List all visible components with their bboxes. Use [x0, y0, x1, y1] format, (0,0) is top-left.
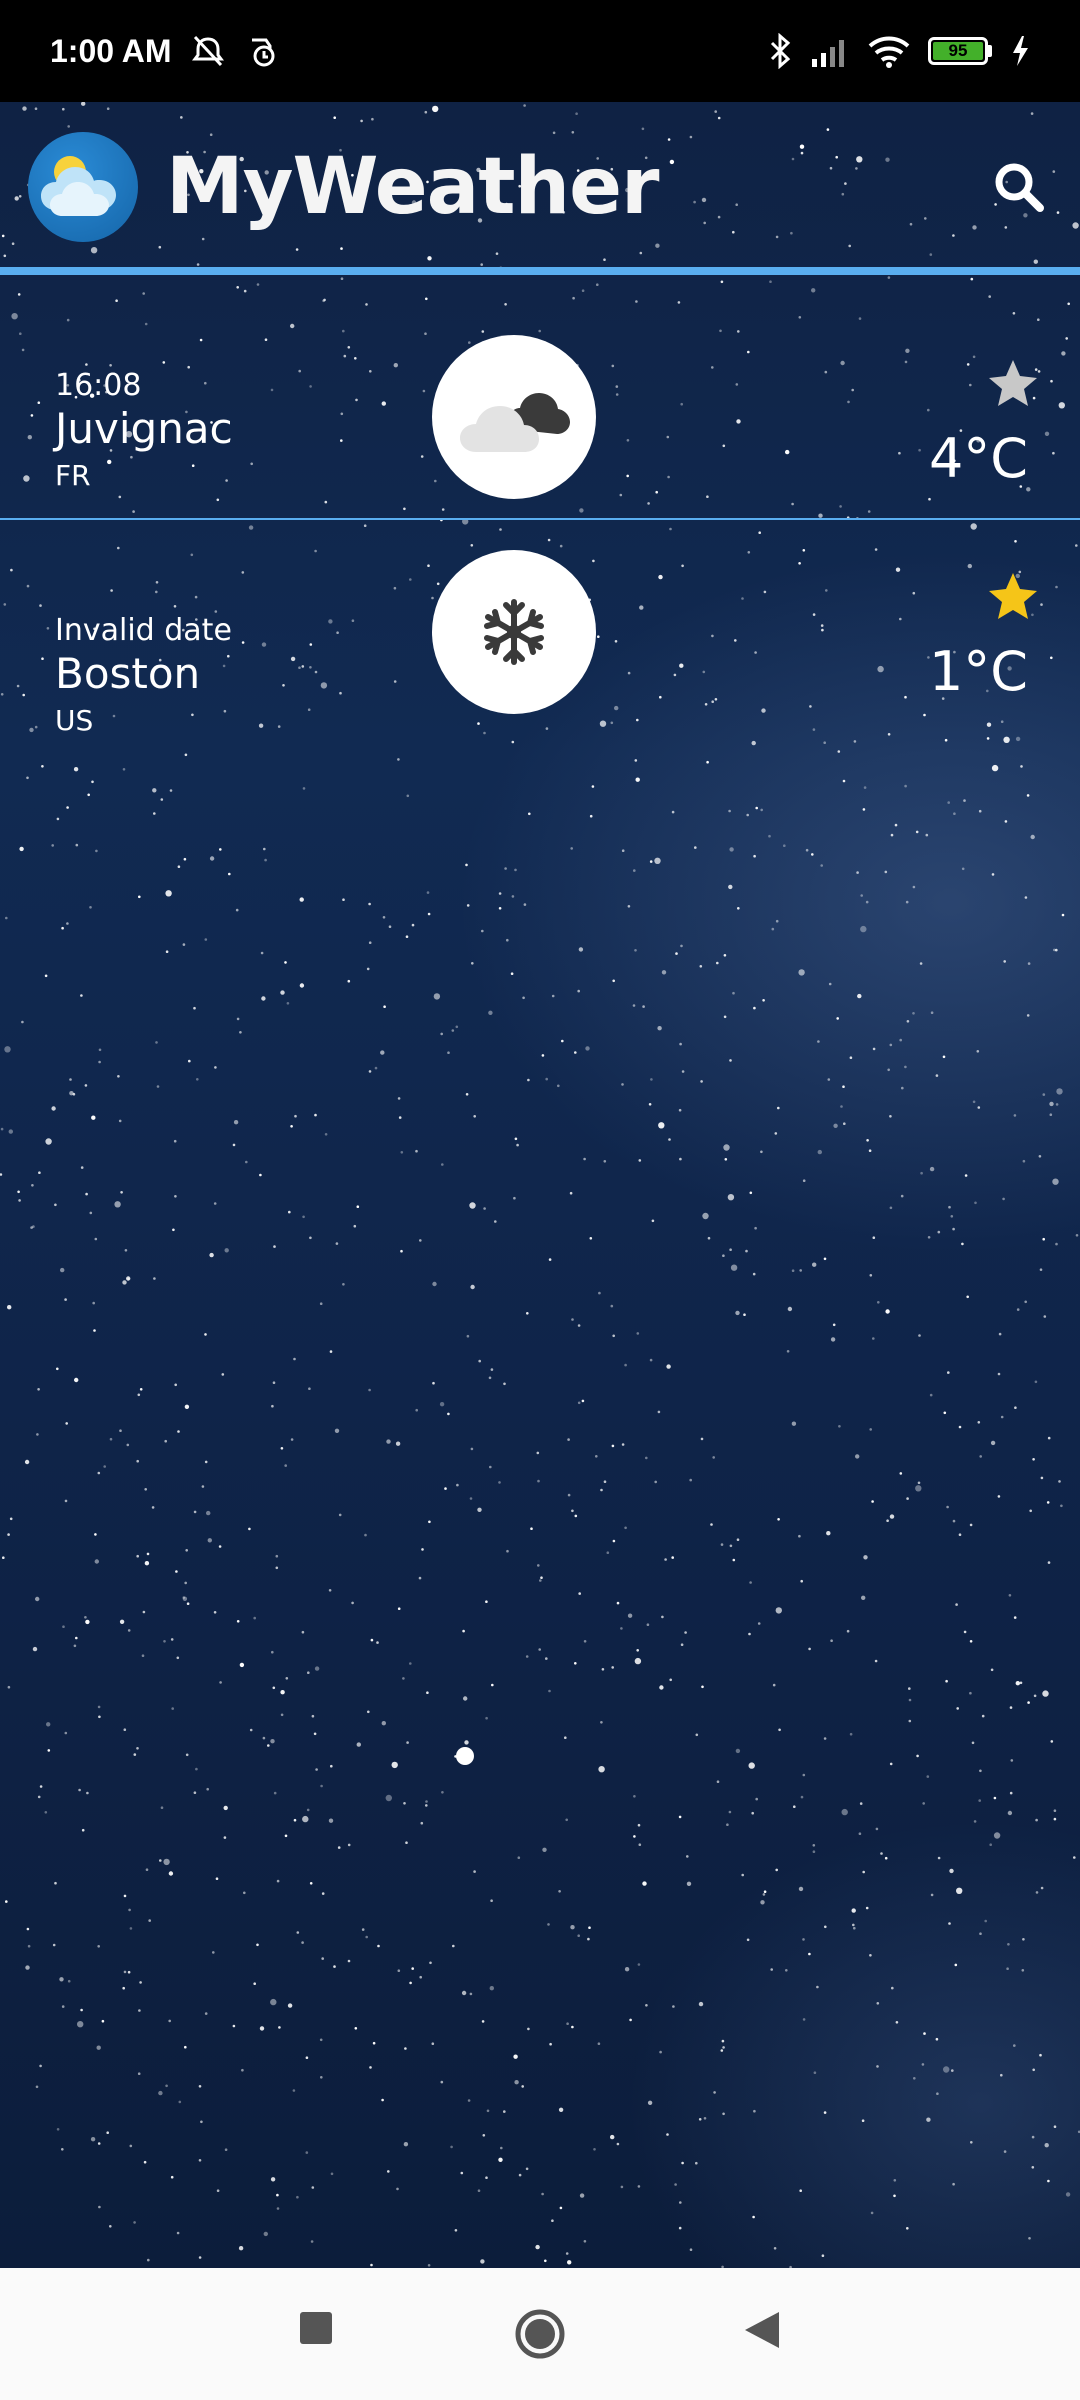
city-local-time: Invalid date	[55, 613, 232, 648]
battery-icon: 95	[928, 37, 992, 65]
screen: 1:00 AM 95 MyWeather 16:08 Juvignac FR 4…	[0, 0, 1080, 2400]
weather-badge	[432, 550, 596, 714]
status-time: 1:00 AM	[50, 32, 172, 69]
square-icon	[300, 2312, 332, 2344]
city-local-time: 16:08	[55, 368, 142, 403]
search-button[interactable]	[984, 152, 1054, 222]
city-info: 16:08 Juvignac FR	[55, 368, 233, 498]
recents-button[interactable]	[296, 2308, 336, 2348]
city-country: US	[55, 704, 94, 737]
partly-cloudy-logo-icon	[28, 132, 138, 242]
bluetooth-icon	[768, 33, 792, 69]
city-name: Boston	[55, 649, 201, 698]
circle-icon	[515, 2309, 565, 2359]
snowflake-icon	[484, 599, 544, 665]
app-bar: MyWeather	[0, 102, 1080, 272]
city-name: Juvignac	[55, 404, 233, 453]
app-title: MyWeather	[166, 142, 659, 232]
city-list: 16:08 Juvignac FR 4°C Invalid date Bosto…	[0, 275, 1080, 765]
city-row-juvignac[interactable]: 16:08 Juvignac FR 4°C	[0, 275, 1080, 520]
city-temperature: 1°C	[928, 640, 1028, 703]
city-row-boston[interactable]: Invalid date Boston US 1°C	[0, 520, 1080, 765]
home-button[interactable]	[512, 2306, 568, 2362]
cloudy-icon	[460, 393, 570, 452]
charging-icon	[1010, 34, 1030, 68]
navigation-bar	[0, 2268, 1080, 2400]
app-bar-divider	[0, 267, 1080, 275]
wifi-icon	[868, 34, 910, 68]
city-info: Invalid date Boston US	[55, 613, 232, 743]
search-icon	[995, 163, 1044, 212]
city-country: FR	[55, 459, 91, 492]
weather-badge	[432, 335, 596, 499]
battery-level: 95	[933, 41, 983, 60]
back-button[interactable]	[740, 2308, 784, 2352]
alarm-off-icon	[190, 33, 226, 69]
status-bar: 1:00 AM 95	[0, 0, 1080, 102]
status-right: 95	[768, 33, 1030, 69]
city-temperature: 4°C	[928, 427, 1028, 490]
signal-icon	[810, 35, 850, 67]
back-triangle-icon	[745, 2312, 779, 2348]
status-left: 1:00 AM	[50, 33, 278, 70]
favorite-star-icon[interactable]	[986, 570, 1040, 624]
favorite-star-icon[interactable]	[986, 357, 1040, 411]
clock-icon	[244, 34, 278, 68]
